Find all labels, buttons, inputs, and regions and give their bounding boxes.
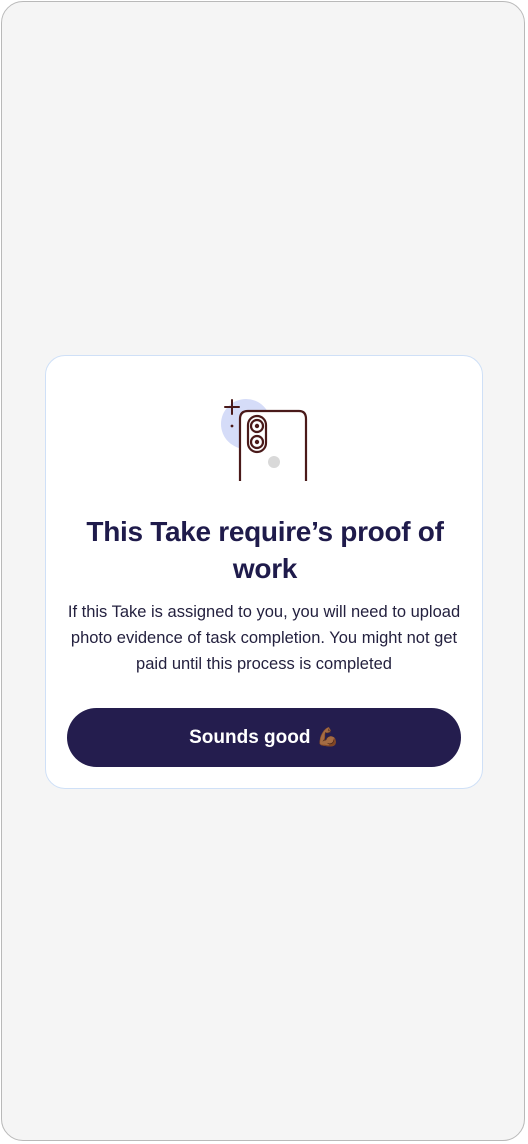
dialog-title: This Take require’s proof of work <box>86 516 444 584</box>
dialog-description: If this Take is assigned to you, you wil… <box>67 603 461 673</box>
sounds-good-label: Sounds good <box>189 726 311 748</box>
sounds-good-button[interactable]: Sounds good 💪🏾 <box>67 708 461 767</box>
phone-camera-icon <box>221 399 308 481</box>
flexed-biceps-icon: 💪🏾 <box>316 727 339 748</box>
